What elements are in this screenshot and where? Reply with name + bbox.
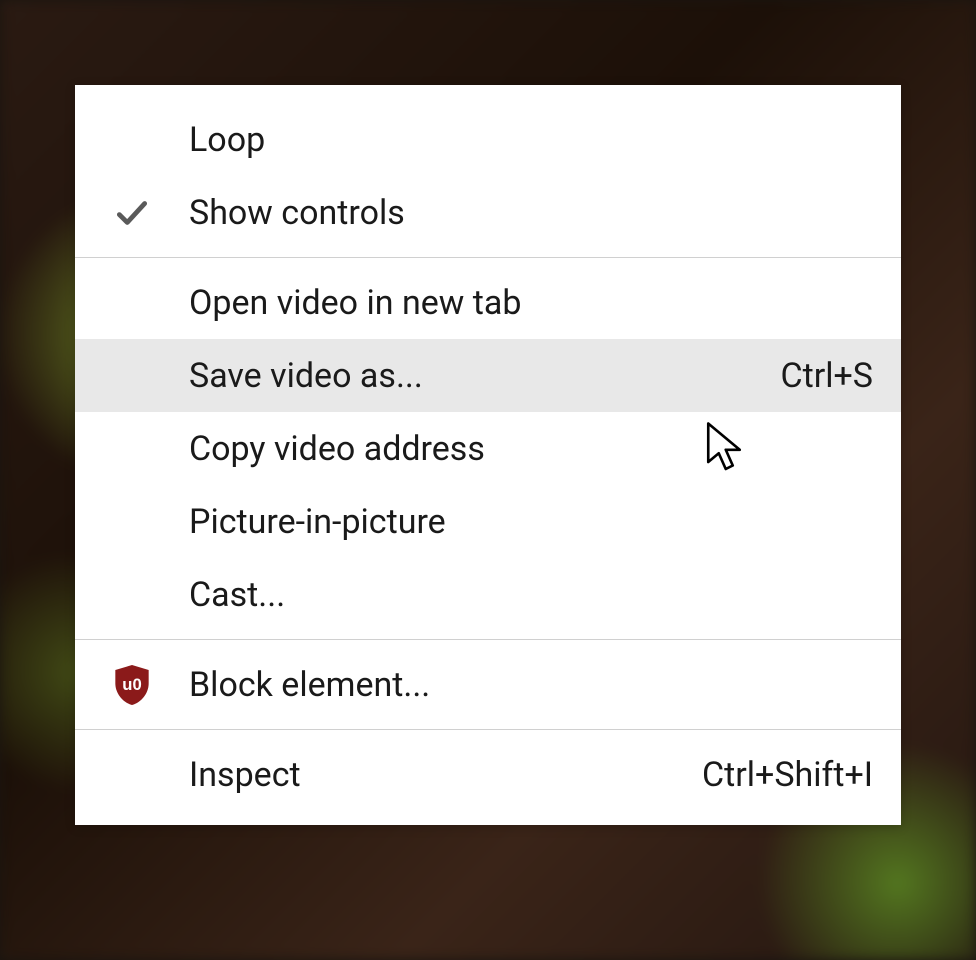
check-icon (75, 194, 189, 232)
menu-separator (75, 257, 901, 258)
menu-item-label: Copy video address (189, 429, 873, 469)
menu-item-inspect[interactable]: Inspect Ctrl+Shift+I (75, 738, 901, 811)
menu-item-label: Picture-in-picture (189, 502, 873, 542)
menu-item-loop[interactable]: Loop (75, 103, 901, 176)
menu-separator (75, 729, 901, 730)
menu-item-save-as[interactable]: Save video as... Ctrl+S (75, 339, 901, 412)
menu-item-label: Inspect (189, 755, 702, 795)
menu-item-open-new-tab[interactable]: Open video in new tab (75, 266, 901, 339)
svg-text:u0: u0 (122, 675, 141, 694)
menu-item-picture-in-picture[interactable]: Picture-in-picture (75, 485, 901, 558)
menu-item-label: Show controls (189, 193, 873, 233)
menu-item-show-controls[interactable]: Show controls (75, 176, 901, 249)
menu-item-label: Cast... (189, 575, 873, 615)
menu-item-shortcut: Ctrl+Shift+I (702, 755, 873, 795)
menu-separator (75, 639, 901, 640)
menu-item-label: Loop (189, 120, 873, 160)
menu-item-shortcut: Ctrl+S (780, 356, 873, 396)
menu-item-label: Save video as... (189, 356, 780, 396)
ublock-shield-icon: u0 (75, 663, 189, 707)
menu-item-block-element[interactable]: u0 Block element... (75, 648, 901, 721)
menu-item-copy-address[interactable]: Copy video address (75, 412, 901, 485)
menu-item-cast[interactable]: Cast... (75, 558, 901, 631)
menu-item-label: Open video in new tab (189, 283, 873, 323)
video-context-menu: Loop Show controls Open video in new tab… (75, 85, 901, 825)
menu-item-label: Block element... (189, 665, 873, 705)
